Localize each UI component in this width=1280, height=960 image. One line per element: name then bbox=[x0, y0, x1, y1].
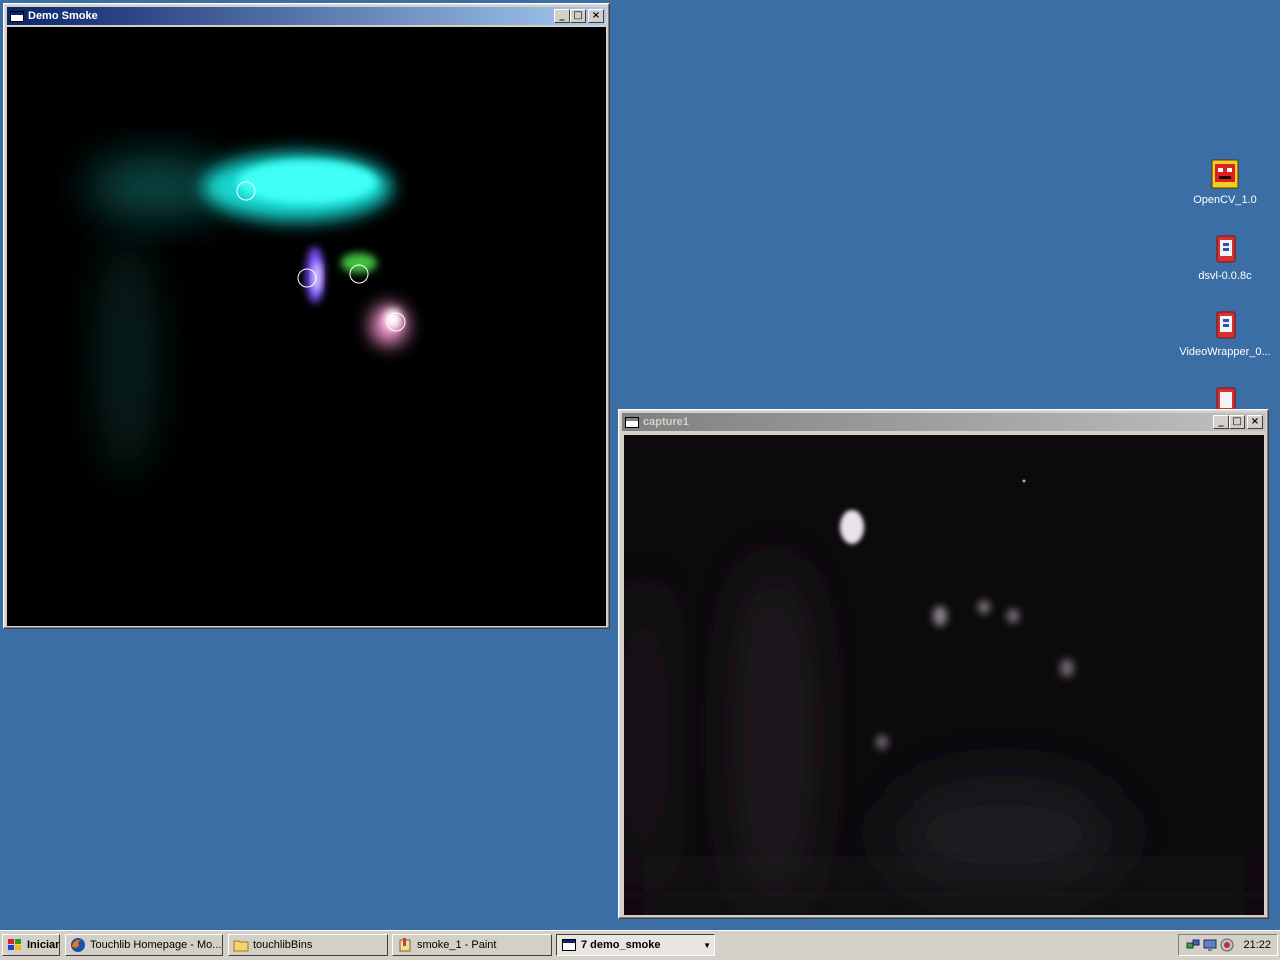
purple-smoke-core bbox=[313, 261, 321, 293]
clock[interactable]: 21:22 bbox=[1243, 939, 1271, 951]
system-tray: 21:22 bbox=[1178, 934, 1278, 956]
smoke-canvas[interactable] bbox=[7, 27, 606, 626]
blob-detection bbox=[840, 510, 864, 544]
start-label: Iniciar bbox=[27, 939, 60, 951]
blob-detection bbox=[876, 735, 888, 749]
start-button[interactable]: Iniciar bbox=[2, 934, 60, 956]
desktop-icon-label: OpenCV_1.0 bbox=[1193, 194, 1257, 206]
bottom-glow bbox=[624, 875, 1264, 915]
opencv-icon bbox=[1209, 158, 1241, 190]
desktop-icon-label: dsvl-0.0.8c bbox=[1198, 270, 1252, 282]
desktop-icon-opencv[interactable]: OpenCV_1.0 bbox=[1175, 158, 1275, 206]
blob-detection bbox=[1060, 659, 1074, 677]
taskbar-button-label: Touchlib Homepage - Mo... bbox=[90, 939, 222, 951]
taskbar-button-label: touchlibBins bbox=[253, 939, 313, 951]
desktop-icon-label: VideoWrapper_0... bbox=[1179, 346, 1271, 358]
blob-detection bbox=[1007, 609, 1019, 623]
edge-glow bbox=[624, 575, 664, 895]
firefox-icon bbox=[71, 938, 85, 952]
taskbar-button-label: smoke_1 - Paint bbox=[417, 939, 497, 951]
chevron-down-icon: ▼ bbox=[703, 940, 711, 950]
app-window-icon bbox=[9, 9, 25, 23]
app-window-icon bbox=[624, 415, 640, 429]
hand-shadow bbox=[734, 555, 814, 915]
cyan-smoke-core bbox=[237, 160, 377, 204]
archive-icon bbox=[1209, 310, 1241, 342]
maximize-button[interactable]: □ bbox=[570, 9, 586, 23]
demo-smoke-window[interactable]: Demo Smoke _ □ × bbox=[3, 3, 610, 629]
maximize-button[interactable]: □ bbox=[1229, 415, 1245, 429]
window-title: Demo Smoke bbox=[28, 10, 98, 22]
camera-capture-view bbox=[624, 435, 1264, 915]
noise-speck bbox=[1022, 479, 1026, 483]
monitor-icon[interactable] bbox=[1203, 938, 1217, 952]
taskbar-button-label: 7 demo_smoke bbox=[581, 939, 661, 951]
network-icon[interactable] bbox=[1186, 938, 1200, 952]
minimize-button[interactable]: _ bbox=[1213, 415, 1229, 429]
window-icon bbox=[562, 939, 576, 951]
close-button[interactable]: × bbox=[1247, 415, 1263, 429]
blob-detection bbox=[978, 600, 990, 614]
desktop-icon-videowrapper[interactable]: VideoWrapper_0... bbox=[1175, 310, 1275, 358]
minimize-button[interactable]: _ bbox=[554, 9, 570, 23]
windows-logo-icon bbox=[8, 939, 21, 950]
blob-detection bbox=[933, 606, 947, 626]
capture-titlebar[interactable]: capture1 _ □ × bbox=[622, 413, 1265, 431]
archive-icon bbox=[1209, 234, 1241, 266]
taskbar-button-demo-smoke[interactable]: 7 demo_smoke ▼ bbox=[556, 934, 715, 956]
green-smoke-blob bbox=[341, 253, 377, 273]
taskbar-button-paint[interactable]: smoke_1 - Paint bbox=[392, 934, 552, 956]
demo-smoke-titlebar[interactable]: Demo Smoke _ □ × bbox=[7, 7, 606, 25]
desktop-icon-dsvl[interactable]: dsvl-0.0.8c bbox=[1175, 234, 1275, 282]
close-button[interactable]: × bbox=[588, 9, 604, 23]
paint-icon bbox=[399, 938, 411, 952]
capture-window[interactable]: capture1 _ □ × bbox=[618, 409, 1269, 919]
folder-icon bbox=[233, 940, 249, 952]
taskbar: Iniciar Touchlib Homepage - Mo... touchl… bbox=[0, 930, 1280, 960]
smoke-trail bbox=[97, 237, 157, 477]
taskbar-button-firefox[interactable]: Touchlib Homepage - Mo... bbox=[65, 934, 223, 956]
security-icon[interactable] bbox=[1220, 938, 1234, 952]
window-title: capture1 bbox=[643, 416, 689, 428]
taskbar-button-folder[interactable]: touchlibBins bbox=[228, 934, 388, 956]
pink-smoke-core bbox=[384, 309, 402, 329]
